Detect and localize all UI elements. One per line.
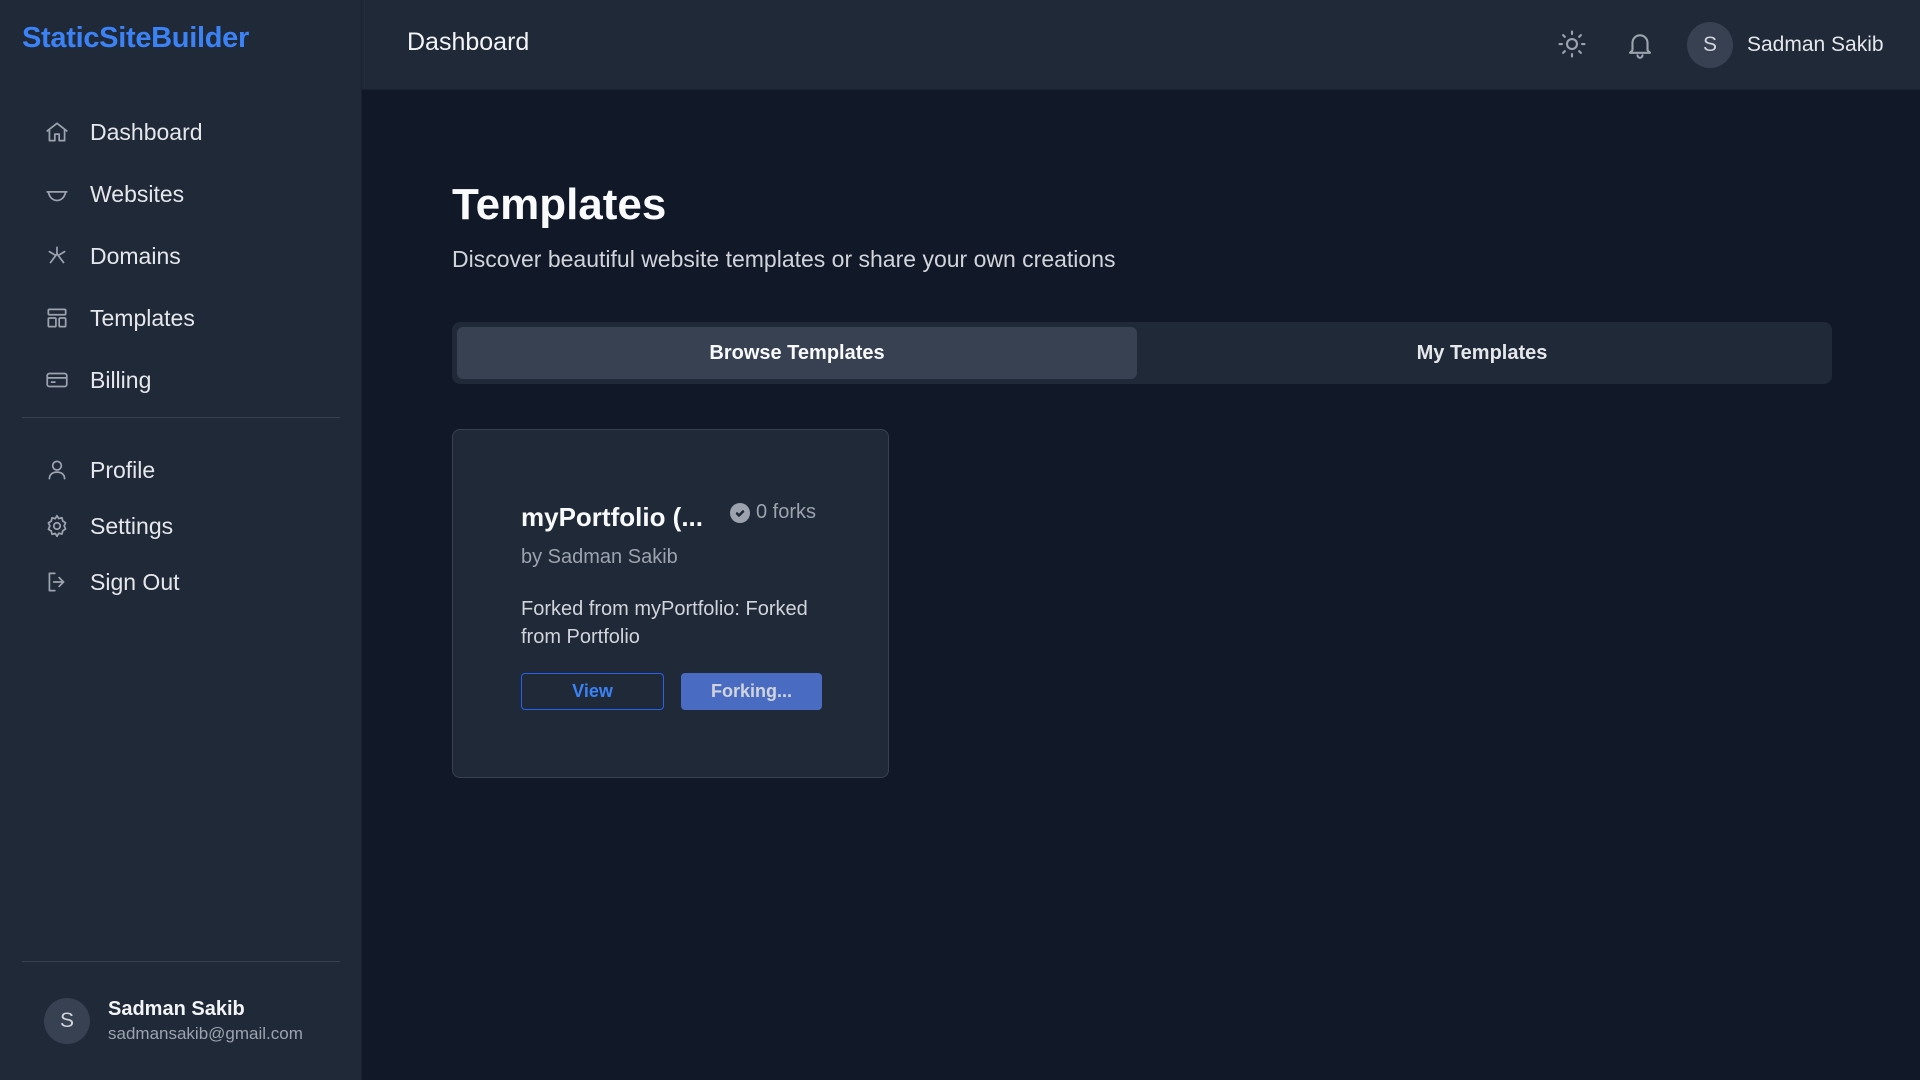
bell-icon <box>1628 34 1652 59</box>
sidebar-item-label: Websites <box>90 180 185 207</box>
page-subtitle: Discover beautiful website templates or … <box>452 246 1116 272</box>
sidebar-user-card[interactable]: S Sadman Sakib sadmansakib@gmail.com <box>44 998 303 1044</box>
sidebar-item-label: Profile <box>90 456 156 483</box>
page-header-title: Dashboard <box>407 28 530 56</box>
sidebar-nav-secondary: Profile Settings Sign Out <box>22 443 340 609</box>
avatar: S <box>44 998 90 1044</box>
sidebar-bottom-divider <box>22 961 340 962</box>
credit-card-icon <box>44 367 70 393</box>
fork-count-label: 0 forks <box>756 501 817 523</box>
sun-icon <box>1558 30 1586 58</box>
fork-count: 0 forks <box>730 501 816 524</box>
template-author: by Sadman Sakib <box>521 546 678 568</box>
fork-icon <box>730 502 750 523</box>
template-tabs: Browse Templates My Templates <box>452 322 1832 384</box>
sidebar-item-profile[interactable]: Profile <box>22 443 340 497</box>
tab-browse-templates[interactable]: Browse Templates <box>457 327 1137 379</box>
templates-icon <box>44 305 70 331</box>
sidebar-item-label: Domains <box>90 242 181 269</box>
sidebar-item-dashboard[interactable]: Dashboard <box>22 105 340 159</box>
notifications-button[interactable] <box>1620 24 1660 64</box>
sidebar-item-billing[interactable]: Billing <box>22 353 340 407</box>
template-description: Forked from myPortfolio: Forked from Por… <box>521 598 808 648</box>
theme-toggle-button[interactable] <box>1552 24 1592 64</box>
sidebar-item-sign-out[interactable]: Sign Out <box>22 555 340 609</box>
template-card: myPortfolio (... 0 forks by Sadman Sakib… <box>452 429 889 778</box>
gear-icon <box>44 513 70 539</box>
view-button[interactable]: View <box>521 673 664 710</box>
websites-icon <box>44 181 70 207</box>
domains-icon <box>44 243 70 269</box>
brand-logo[interactable]: StaticSiteBuilder <box>22 22 249 55</box>
sidebar-item-label: Templates <box>90 304 195 331</box>
sidebar-user-email: sadmansakib@gmail.com <box>108 1024 303 1043</box>
template-title[interactable]: myPortfolio (... <box>521 502 703 533</box>
sidebar-item-settings[interactable]: Settings <box>22 499 340 553</box>
page-title: Templates <box>452 180 667 229</box>
user-menu[interactable]: S Sadman Sakib <box>1687 22 1884 68</box>
sidebar-item-label: Settings <box>90 512 174 539</box>
user-icon <box>44 457 70 483</box>
fork-button[interactable]: Forking... <box>681 673 822 710</box>
sidebar-divider <box>22 417 340 418</box>
header-user-name: Sadman Sakib <box>1747 33 1884 56</box>
sidebar-item-websites[interactable]: Websites <box>22 167 340 221</box>
tab-my-templates[interactable]: My Templates <box>1137 327 1827 379</box>
sidebar-item-templates[interactable]: Templates <box>22 291 340 345</box>
home-icon <box>44 119 70 145</box>
sidebar: StaticSiteBuilder Dashboard Websites Dom… <box>0 0 362 1080</box>
sidebar-item-label: Dashboard <box>90 118 203 145</box>
sidebar-nav-primary: Dashboard Websites Domains Templates Bil… <box>22 105 340 407</box>
sidebar-user-name: Sadman Sakib <box>108 998 245 1020</box>
sidebar-item-domains[interactable]: Domains <box>22 229 340 283</box>
avatar: S <box>1687 22 1733 68</box>
sign-out-icon <box>44 569 70 595</box>
sidebar-item-label: Sign Out <box>90 568 180 595</box>
top-header: Dashboard S Sadman Sakib <box>362 0 1920 90</box>
sidebar-item-label: Billing <box>90 366 152 393</box>
